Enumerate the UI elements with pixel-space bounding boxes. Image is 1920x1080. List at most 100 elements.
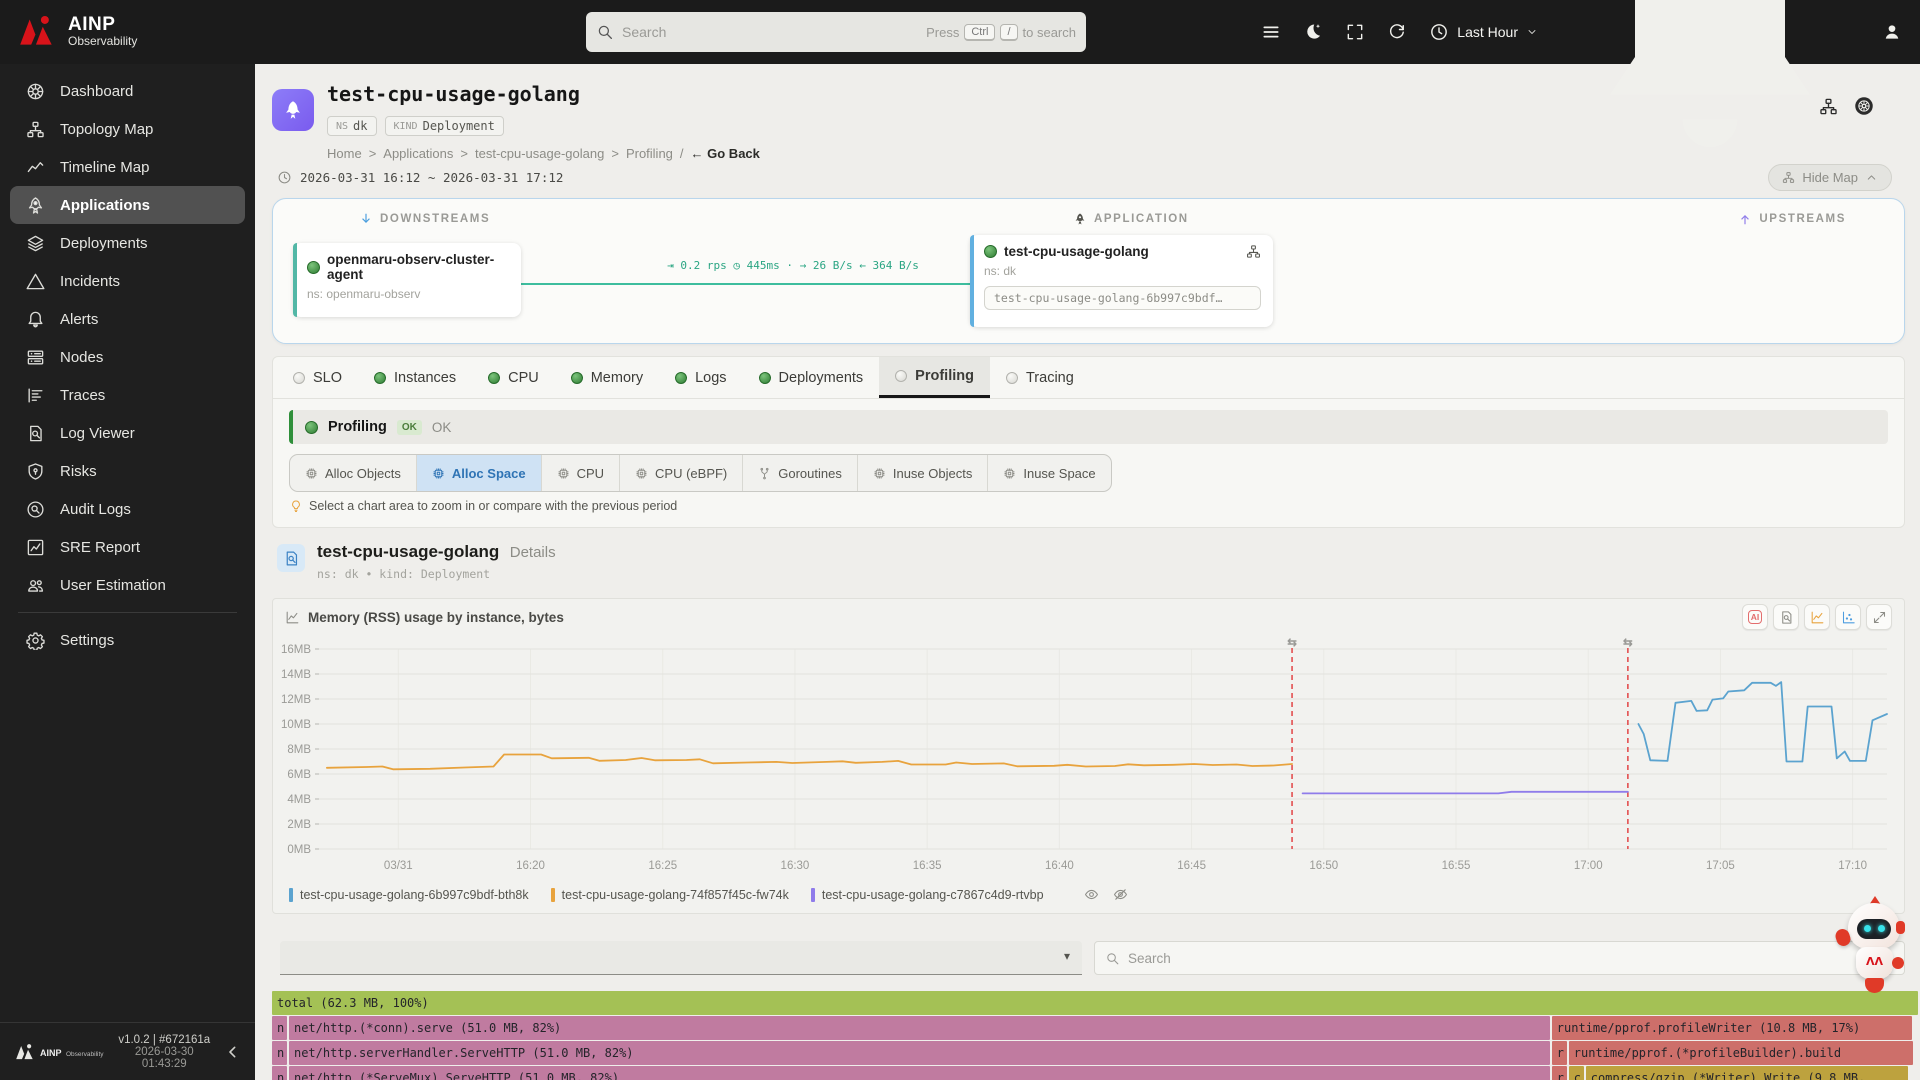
profile-type-inuse-objects[interactable]: Inuse Objects (858, 455, 989, 491)
flame-search-input[interactable] (1128, 950, 1894, 966)
profile-type-cpu-ebpf[interactable]: CPU (eBPF) (620, 455, 744, 491)
sidebar-item-applications[interactable]: Applications (10, 186, 245, 224)
profile-type-goroutines[interactable]: Goroutines (743, 455, 858, 491)
ai-analysis-button[interactable]: AI (1742, 604, 1768, 630)
sidebar-item-timeline-map[interactable]: Timeline Map (10, 148, 245, 186)
mascot-robot[interactable]: ΛΛ (1830, 895, 1920, 995)
sidebar-divider (18, 612, 237, 613)
go-back-link[interactable]: ← Go Back (691, 146, 760, 161)
flame-frame[interactable]: compress/gzip.(*Writer).Write (9.8 MB, (1585, 1066, 1909, 1080)
legend-label: test-cpu-usage-golang-6b997c9bdf-bth8k (300, 887, 529, 902)
memory-usage-chart[interactable]: 03/31 16:20 16:25 16:30 16:35 16:40 16:45 16:50… (273, 637, 1906, 877)
sidebar-item-traces[interactable]: Traces (10, 376, 245, 414)
line-view-button[interactable] (1804, 604, 1830, 630)
flame-frame[interactable]: n (272, 1066, 287, 1080)
sidebar-item-sre-report[interactable]: SRE Report (10, 528, 245, 566)
hide-all-series-icon[interactable] (1113, 887, 1128, 902)
footer-brand-subtitle: Observability (65, 1050, 104, 1058)
legend-item[interactable]: test-cpu-usage-golang-6b997c9bdf-bth8k (289, 887, 529, 902)
flame-frame[interactable]: total (62.3 MB, 100%) (272, 991, 1918, 1015)
flame-frame[interactable]: c (1568, 1066, 1584, 1080)
notifications-button[interactable]: 13 (1560, 0, 1860, 182)
breadcrumb-applications[interactable]: Applications (383, 146, 453, 161)
sidebar-item-alerts[interactable]: Alerts (10, 300, 245, 338)
profile-type-alloc-objects[interactable]: Alloc Objects (290, 455, 417, 491)
tab-slo[interactable]: SLO (277, 357, 358, 398)
tab-logs[interactable]: Logs (659, 357, 742, 398)
breadcrumb-app-name[interactable]: test-cpu-usage-golang (475, 146, 604, 161)
flame-frame[interactable]: runtime/pprof.(*profileBuilder).build (1568, 1041, 1913, 1065)
tab-profiling[interactable]: Profiling (879, 357, 990, 398)
pod-pill[interactable]: test-cpu-usage-golang-6b997c9bdf… (984, 286, 1261, 310)
tab-status-dot (374, 371, 387, 384)
downstream-node[interactable]: openmaru-observ-cluster-agent ns: openma… (293, 243, 521, 317)
breadcrumb-profiling[interactable]: Profiling (626, 146, 673, 161)
clock-icon (1429, 22, 1449, 42)
brand[interactable]: AINP Observability (16, 10, 137, 52)
chart-inspect-button[interactable] (1773, 604, 1799, 630)
sidebar-item-user-estimation[interactable]: User Estimation (10, 566, 245, 604)
sidebar-item-risks[interactable]: Risks (10, 452, 245, 490)
flame-frame[interactable]: n (272, 1016, 287, 1040)
sidebar-item-label: User Estimation (60, 576, 166, 594)
flame-search[interactable] (1094, 941, 1905, 975)
profile-type-inuse-space[interactable]: Inuse Space (988, 455, 1110, 491)
refresh-icon[interactable] (1387, 22, 1407, 42)
tab-label: Deployments (778, 369, 864, 386)
dark-mode-icon[interactable] (1303, 22, 1323, 42)
time-range-value: 2026-03-31 16:12 ~ 2026-03-31 17:12 (300, 170, 564, 185)
breadcrumb-home[interactable]: Home (327, 146, 362, 161)
sidebar-item-nodes[interactable]: Nodes (10, 338, 245, 376)
line-chart-icon (285, 610, 300, 625)
sidebar-item-audit-logs[interactable]: Audit Logs (10, 490, 245, 528)
legend-item[interactable]: test-cpu-usage-golang-c7867c4d9-rtvbp (810, 887, 1044, 902)
sidebar-item-incidents[interactable]: Incidents (10, 262, 245, 300)
sidebar-item-settings[interactable]: Settings (10, 621, 245, 659)
layers-icon (26, 234, 45, 253)
flame-graph: total (62.3 MB, 100%) n net/http.(*conn).s… (272, 991, 1918, 1080)
flame-frame[interactable]: net/http.(*conn).serve (51.0 MB, 82%) (288, 1016, 1550, 1040)
flame-frame[interactable]: runtime/pprof.profileWriter (10.8 MB, 17… (1551, 1016, 1913, 1040)
svg-text:12MB: 12MB (281, 694, 311, 706)
svg-text:16:40: 16:40 (1045, 860, 1074, 872)
flame-frame[interactable]: net/http.serverHandler.ServeHTTP (51.0 M… (288, 1041, 1550, 1065)
scatter-view-button[interactable] (1835, 604, 1861, 630)
expand-chart-button[interactable] (1866, 604, 1892, 630)
pod-select-dropdown[interactable]: ▾ (280, 941, 1082, 975)
legend-item[interactable]: test-cpu-usage-golang-74f857f45c-fw74k (550, 887, 789, 902)
menu-icon[interactable] (1261, 22, 1281, 42)
chart-legend: test-cpu-usage-golang-6b997c9bdf-bth8k te… (289, 887, 1128, 902)
profile-type-alloc-space[interactable]: Alloc Space (416, 455, 542, 491)
details-title: test-cpu-usage-golang (317, 542, 500, 561)
svg-text:16:50: 16:50 (1309, 860, 1338, 872)
global-search[interactable]: Press Ctrl / to search (586, 12, 1086, 52)
profiling-status-title: Profiling (328, 419, 387, 435)
bell-icon (1560, 0, 1860, 182)
memory-chart-card: Memory (RSS) usage by instance, bytes AI… (272, 598, 1905, 914)
application-node[interactable]: test-cpu-usage-golang ns: dk test-cpu-us… (970, 235, 1273, 327)
tab-memory[interactable]: Memory (555, 357, 659, 398)
flame-frame[interactable]: r (1551, 1041, 1567, 1065)
sidebar-item-label: Traces (60, 386, 106, 404)
tab-deployments[interactable]: Deployments (743, 357, 880, 398)
sidebar-item-topology-map[interactable]: Topology Map (10, 110, 245, 148)
tab-tracing[interactable]: Tracing (990, 357, 1090, 398)
sidebar-item-log-viewer[interactable]: Log Viewer (10, 414, 245, 452)
tab-cpu[interactable]: CPU (472, 357, 555, 398)
fullscreen-icon[interactable] (1345, 22, 1365, 42)
flame-frame[interactable]: net/http.(*ServeMux).ServeHTTP (51.0 MB,… (288, 1066, 1550, 1080)
time-range-select[interactable]: Last Hour (1429, 22, 1538, 42)
global-search-input[interactable] (622, 24, 919, 40)
flame-frame[interactable]: r (1551, 1066, 1567, 1080)
flame-frame[interactable]: n (272, 1041, 287, 1065)
sidebar-item-deployments[interactable]: Deployments (10, 224, 245, 262)
topology-icon[interactable] (1246, 244, 1261, 259)
sidebar-item-label: Log Viewer (60, 424, 135, 442)
profile-type-cpu[interactable]: CPU (542, 455, 621, 491)
show-all-series-icon[interactable] (1084, 887, 1099, 902)
user-avatar-icon[interactable] (1882, 22, 1902, 42)
sidebar-collapse-icon[interactable] (225, 1044, 241, 1060)
tab-instances[interactable]: Instances (358, 357, 472, 398)
topbar: AINP Observability Press Ctrl / to searc… (0, 0, 1920, 147)
sidebar-item-dashboard[interactable]: Dashboard (10, 72, 245, 110)
